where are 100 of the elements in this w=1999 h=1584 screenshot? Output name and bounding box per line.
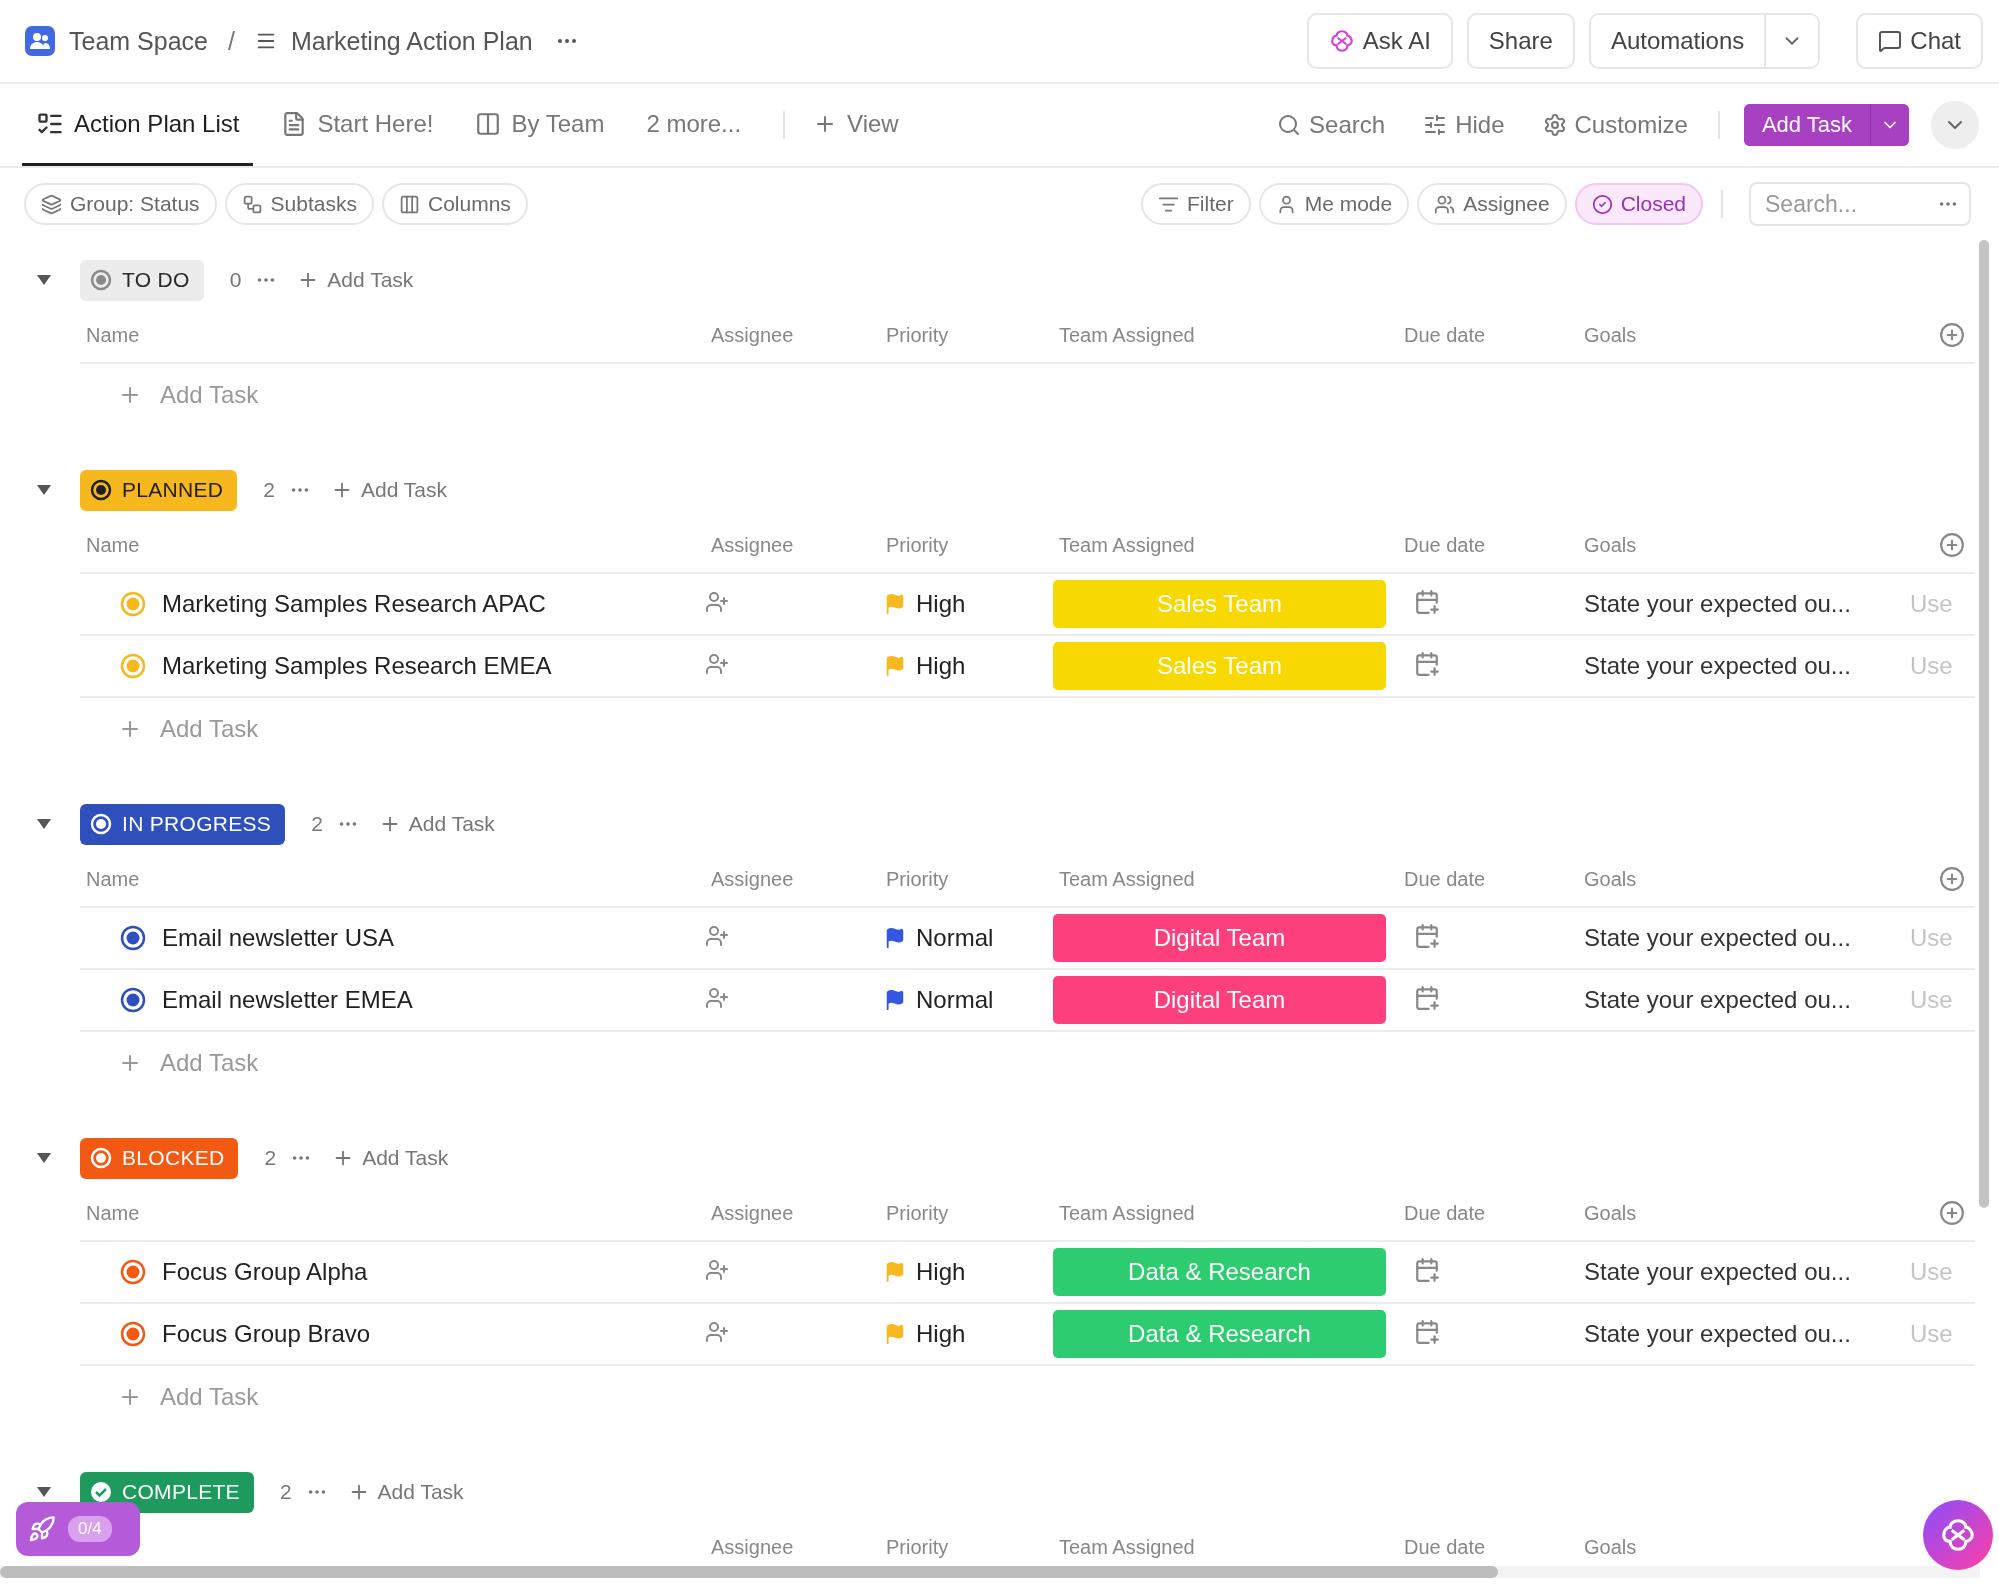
column-header: Assignee	[710, 323, 795, 347]
add-task-row[interactable]: Add Task	[80, 380, 265, 410]
column-header: Team Assigned	[1058, 1535, 1196, 1559]
team-tag: Sales Team	[1053, 642, 1386, 690]
add-task-button[interactable]: Add Task	[1743, 104, 1871, 146]
breadcrumb-link[interactable]: Marketing Action Plan	[290, 26, 533, 56]
priority-label: High	[916, 590, 966, 618]
task-name[interactable]: Focus Group Bravo	[162, 1320, 371, 1348]
column-header: Priority	[885, 533, 950, 557]
goals-text: State your expected ou...	[1583, 590, 1852, 618]
column-header: Assignee	[710, 867, 795, 891]
column-header: Team Assigned	[1058, 533, 1196, 557]
add-task-split-button[interactable]: Add Task	[1743, 104, 1909, 146]
goals-text: State your expected ou...	[1583, 1320, 1852, 1348]
filter-chip[interactable]: Subtasks	[224, 183, 374, 225]
chat-button[interactable]: Chat	[1856, 13, 1983, 69]
add-task-button[interactable]: Add Task	[291, 267, 420, 293]
automations-label[interactable]: Automations	[1590, 15, 1767, 67]
task-count: 2	[264, 1146, 277, 1170]
column-header: Priority	[885, 867, 950, 891]
column-header: Priority	[885, 1535, 950, 1559]
goals-text: State your expected ou...	[1583, 924, 1852, 952]
task-count: 2	[279, 1480, 292, 1504]
task-name[interactable]: Marketing Samples Research APAC	[162, 590, 546, 618]
task-name[interactable]: Email newsletter EMEA	[162, 986, 413, 1014]
column-header: Team Assigned	[1058, 323, 1196, 347]
table-cell-text: Use	[1910, 1320, 1954, 1348]
team-tag: Digital Team	[1053, 976, 1386, 1024]
column-header: Due date	[1403, 533, 1487, 557]
column-header: Team Assigned	[1058, 867, 1196, 891]
column-header: Due date	[1403, 1201, 1487, 1225]
priority-label: High	[916, 1320, 966, 1348]
column-header: Priority	[885, 1201, 950, 1225]
filter-chip[interactable]: Filter	[1141, 183, 1251, 225]
priority-label: High	[916, 1258, 966, 1286]
priority-label: Normal	[916, 986, 994, 1014]
column-header: Name	[85, 323, 141, 347]
view-tab[interactable]: Action Plan List	[22, 84, 254, 166]
toolbar-button[interactable]: Customize	[1536, 84, 1694, 166]
toolbar-button[interactable]: Hide	[1417, 84, 1511, 166]
team-tag: Data & Research	[1053, 1310, 1386, 1358]
goals-text: State your expected ou...	[1583, 1258, 1852, 1286]
table-cell-text: Use	[1910, 652, 1954, 680]
add-task-row[interactable]: Add Task	[80, 1382, 265, 1412]
column-header: Team Assigned	[1058, 1201, 1196, 1225]
status-label: IN PROGRESS	[122, 812, 272, 836]
add-task-row[interactable]: Add Task	[80, 1048, 265, 1078]
filter-chip[interactable]: Me mode	[1258, 183, 1410, 225]
status-label: TO DO	[122, 268, 190, 292]
automations-button[interactable]: Automations	[1588, 13, 1821, 69]
team-tag: Digital Team	[1053, 914, 1386, 962]
add-task-button[interactable]: Add Task	[325, 477, 453, 503]
view-tab[interactable]: By Team	[461, 84, 619, 166]
add-task-row[interactable]: Add Task	[80, 714, 265, 744]
team-tag: Sales Team	[1053, 580, 1386, 628]
table-cell-text: Use	[1910, 590, 1954, 618]
add-task-button[interactable]: Add Task	[341, 1479, 470, 1505]
column-header: Goals	[1583, 867, 1638, 891]
filter-chip[interactable]: Group: Status	[24, 183, 217, 225]
add-task-button[interactable]: Add Task	[326, 1145, 455, 1171]
task-count: 0	[229, 268, 242, 292]
task-name[interactable]: Email newsletter USA	[162, 924, 395, 952]
column-header: Assignee	[710, 1535, 795, 1559]
goals-text: State your expected ou...	[1583, 652, 1852, 680]
add-view-button[interactable]: View	[799, 84, 913, 166]
column-header: Priority	[885, 323, 950, 347]
table-cell-text: Use	[1910, 924, 1954, 952]
view-tab[interactable]: 2 more...	[632, 84, 756, 166]
column-header: Name	[85, 867, 141, 891]
filter-chip[interactable]: Assignee	[1417, 183, 1567, 225]
status-label: PLANNED	[122, 478, 224, 502]
column-header: Assignee	[710, 1201, 795, 1225]
goals-text: State your expected ou...	[1583, 986, 1852, 1014]
add-task-button[interactable]: Add Task	[372, 811, 501, 837]
column-header: Goals	[1583, 1201, 1638, 1225]
priority-label: High	[916, 652, 966, 680]
column-header: Name	[85, 1201, 141, 1225]
task-name[interactable]: Marketing Samples Research EMEA	[162, 652, 552, 680]
column-header: Name	[85, 533, 141, 557]
toolbar-button[interactable]: Search	[1271, 84, 1392, 166]
share-button[interactable]: Share	[1466, 13, 1575, 69]
ask-ai-button[interactable]: Ask AI	[1306, 13, 1453, 69]
filter-chip[interactable]: Closed	[1574, 183, 1703, 225]
filter-chip[interactable]: Columns	[381, 183, 528, 225]
progress-count: 0/4	[68, 1516, 112, 1542]
breadcrumb-link[interactable]: Team Space	[69, 26, 208, 56]
view-tab[interactable]: Start Here!	[267, 84, 448, 166]
status-label: COMPLETE	[122, 1480, 240, 1504]
column-header: Due date	[1403, 1535, 1487, 1559]
priority-label: Normal	[916, 924, 994, 952]
column-header: Goals	[1583, 323, 1638, 347]
search-bar[interactable]: Search...	[1749, 182, 1971, 226]
status-label: BLOCKED	[122, 1146, 225, 1170]
column-header: Goals	[1583, 533, 1638, 557]
column-header: Goals	[1583, 1535, 1638, 1559]
column-header: Due date	[1403, 323, 1487, 347]
column-header: Due date	[1403, 867, 1487, 891]
table-cell-text: Use	[1910, 1258, 1954, 1286]
task-name[interactable]: Focus Group Alpha	[162, 1258, 368, 1286]
breadcrumb-separator: /	[227, 26, 235, 56]
